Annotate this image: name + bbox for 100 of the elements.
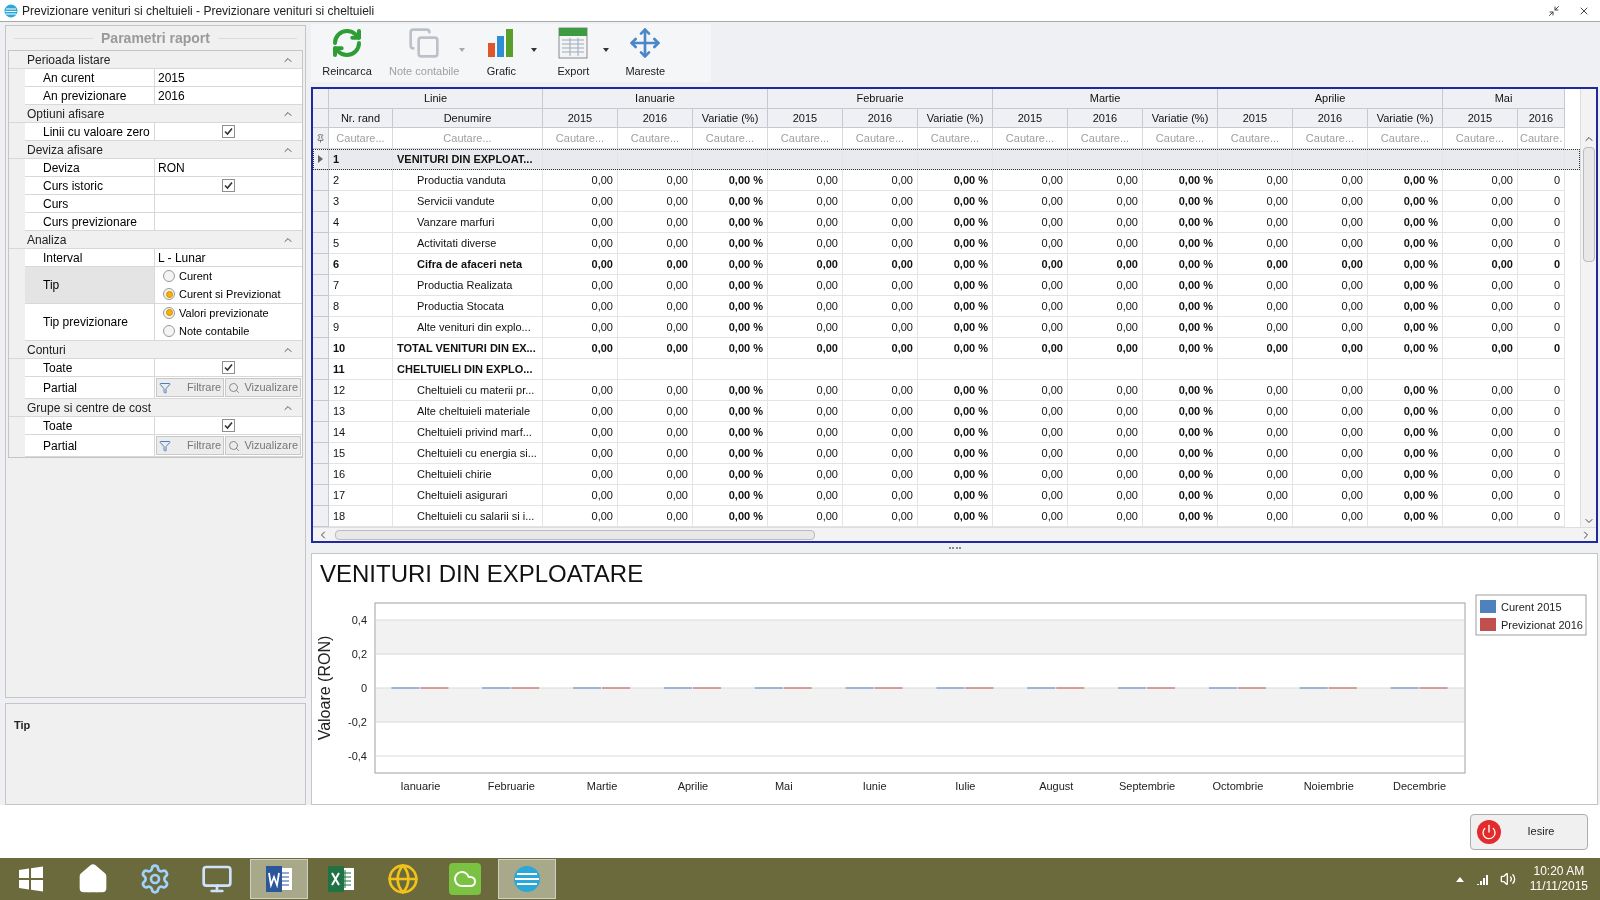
restore-icon[interactable] (1548, 4, 1560, 17)
grid-row[interactable]: 8 Productia Stocata 0,00 0,00 0,00 % 0,00 0,00 0,00 % 0,00 0,00 0,00 % 0,00 0,00 0,00 % 0,00 0 (313, 296, 1580, 317)
column-header[interactable]: Variatie (%) (1368, 109, 1443, 129)
column-header[interactable]: Variatie (%) (918, 109, 993, 129)
grid-row[interactable]: 10 TOTAL VENITURI DIN EX... 0,00 0,00 0,00 % 0,00 0,00 0,00 % 0,00 0,00 0,00 % 0,00 0,00 0,00 % 0,00 0 (313, 338, 1580, 359)
filter-field[interactable]: Cautare... (1368, 128, 1443, 149)
filter-field[interactable]: Cautare... (1218, 128, 1293, 149)
month-header: Martie (993, 89, 1218, 109)
x-tick-label: August (1039, 780, 1074, 792)
filter-button[interactable]: Filtrare (156, 378, 225, 397)
filter-field[interactable]: Cautare... (843, 128, 918, 149)
table-cell: 0,00 % (1143, 443, 1218, 464)
grid-row[interactable]: 16 Cheltuieli chirie 0,00 0,00 0,00 % 0,00 0,00 0,00 % 0,00 0,00 0,00 % 0,00 0,00 0,00 % 0,00 0 (313, 464, 1580, 485)
table-cell: 0,00 % (1143, 170, 1218, 191)
grid-row[interactable]: 3 Servicii vandute 0,00 0,00 0,00 % 0,00 0,00 0,00 % 0,00 0,00 0,00 % 0,00 0,00 0,00 % 0,00 0 (313, 191, 1580, 212)
toolbar-button[interactable]: Reincarca (311, 24, 383, 82)
filter-field[interactable]: Cautare... (993, 128, 1068, 149)
filter-button[interactable]: Vizualizare (225, 378, 301, 397)
filter-field[interactable]: Cautare... (329, 128, 393, 149)
exit-button[interactable]: Iesire (1470, 813, 1588, 850)
horizontal-scrollbar[interactable] (313, 527, 1596, 541)
filter-field[interactable]: Cautare... (543, 128, 618, 149)
grid-row[interactable]: 9 Alte venituri din explo... 0,00 0,00 0,00 % 0,00 0,00 0,00 % 0,00 0,00 0,00 % 0,00 0,00 0,00 % 0,00 0 (313, 317, 1580, 338)
globe-app-icon (512, 864, 542, 894)
table-cell: 0,00 (1443, 338, 1518, 359)
column-header[interactable]: Variatie (%) (693, 109, 768, 129)
vertical-scrollbar[interactable] (1580, 89, 1596, 527)
grid-row[interactable]: 14 Cheltuieli privind marf... 0,00 0,00 0,00 % 0,00 0,00 0,00 % 0,00 0,00 0,00 % 0,00 0,00 0,00 % 0,00 0 (313, 422, 1580, 443)
scrollbar-thumb[interactable] (335, 529, 815, 540)
radio-button[interactable] (163, 269, 175, 282)
filter-field[interactable]: Cautare... (768, 128, 843, 149)
filter-field[interactable]: Cautare... (1443, 128, 1518, 149)
volume-icon[interactable] (1499, 871, 1516, 887)
column-header[interactable]: 2016 (1518, 109, 1565, 129)
filter-field[interactable]: Cautare... (618, 128, 693, 149)
radio-button[interactable] (163, 306, 175, 319)
filter-field[interactable]: Cautare... (918, 128, 993, 149)
table-cell: 0,00 % (693, 443, 768, 464)
tray-expand-icon[interactable] (1455, 876, 1464, 882)
table-cell: 12 (329, 380, 393, 401)
column-header[interactable]: Denumire (393, 109, 543, 129)
table-cell: 0,00 (1443, 380, 1518, 401)
toolbar-button[interactable]: Mareste (609, 24, 682, 82)
clock[interactable]: 10:20 AM 11/11/2015 (1529, 864, 1588, 894)
table-cell: 16 (329, 464, 393, 485)
checkbox[interactable] (222, 361, 235, 374)
table-cell: 0,00 (993, 422, 1068, 443)
column-header[interactable]: 2016 (1293, 109, 1368, 129)
filter-field[interactable]: Cautare... (693, 128, 768, 149)
column-header[interactable]: 2015 (1443, 109, 1518, 129)
table-cell: 0,00 (618, 191, 693, 212)
row-header[interactable] (313, 149, 329, 170)
month-header: Aprilie (1218, 89, 1443, 109)
grid-row[interactable]: 7 Productia Realizata 0,00 0,00 0,00 % 0,00 0,00 0,00 % 0,00 0,00 0,00 % 0,00 0,00 0,00 % 0,00 0 (313, 275, 1580, 296)
grid-row[interactable]: 1 VENITURI DIN EXPLOAT... (313, 149, 1580, 170)
filter-button[interactable]: Vizualizare (225, 436, 301, 455)
signal-icon[interactable] (1475, 873, 1490, 885)
column-header[interactable]: 2016 (618, 109, 693, 129)
checkbox[interactable] (222, 179, 235, 192)
y-axis-label: Valoare (RON) (316, 635, 333, 741)
grid-row[interactable]: 11 CHELTUIELI DIN EXPLO... (313, 359, 1580, 380)
scrollbar-thumb[interactable] (1582, 147, 1595, 262)
grid-row[interactable]: 13 Alte cheltuieli materiale 0,00 0,00 0,00 % 0,00 0,00 0,00 % 0,00 0,00 0,00 % 0,00 0,00 0,00 % 0,00 0 (313, 401, 1580, 422)
column-header[interactable]: 2016 (1068, 109, 1143, 129)
grid-row[interactable]: 6 Cifra de afaceri neta 0,00 0,00 0,00 % 0,00 0,00 0,00 % 0,00 0,00 0,00 % 0,00 0,00 0,00 % 0,00 0 (313, 254, 1580, 275)
grid-row[interactable]: 4 Vanzare marfuri 0,00 0,00 0,00 % 0,00 0,00 0,00 % 0,00 0,00 0,00 % 0,00 0,00 0,00 % 0,00 0 (313, 212, 1580, 233)
table-cell: 0 (1518, 233, 1565, 254)
filter-field[interactable]: Cautare. (1518, 128, 1565, 149)
checkbox[interactable] (222, 125, 235, 138)
column-header[interactable]: Nr. rand (329, 109, 393, 129)
table-cell: 0,00 (543, 191, 618, 212)
taskbar-button[interactable] (250, 859, 308, 899)
radio-button[interactable] (163, 288, 175, 301)
table-cell: 0,00 (843, 380, 918, 401)
grid-row[interactable]: 5 Activitati diverse 0,00 0,00 0,00 % 0,00 0,00 0,00 % 0,00 0,00 0,00 % 0,00 0,00 0,00 % 0,00 0 (313, 233, 1580, 254)
grid-row[interactable]: 2 Productia vanduta 0,00 0,00 0,00 % 0,00 0,00 0,00 % 0,00 0,00 0,00 % 0,00 0,00 0,00 % 0,00 0 (313, 170, 1580, 191)
radio-button[interactable] (163, 325, 175, 338)
column-header[interactable]: 2016 (843, 109, 918, 129)
column-header[interactable]: 2015 (768, 109, 843, 129)
column-header[interactable]: 2015 (993, 109, 1068, 129)
table-cell: 0,00 (843, 233, 918, 254)
column-header[interactable]: Variatie (%) (1143, 109, 1218, 129)
table-cell: 0,00 (1218, 380, 1293, 401)
checkbox[interactable] (222, 419, 235, 432)
toolbar-button[interactable]: Export (537, 24, 610, 82)
filter-field[interactable]: Cautare... (1293, 128, 1368, 149)
grid-row[interactable]: 12 Cheltuieli cu materii pr... 0,00 0,00 0,00 % 0,00 0,00 0,00 % 0,00 0,00 0,00 % 0,00 0,00 0,00 % 0,00 0 (313, 380, 1580, 401)
toolbar-button[interactable]: Grafic (465, 24, 538, 82)
column-header[interactable]: 2015 (1218, 109, 1293, 129)
filter-button[interactable]: Filtrare (156, 436, 225, 455)
column-header[interactable]: 2015 (543, 109, 618, 129)
filter-field[interactable]: Cautare... (1143, 128, 1218, 149)
grid-row[interactable]: 15 Cheltuieli cu energia si... 0,00 0,00 0,00 % 0,00 0,00 0,00 % 0,00 0,00 0,00 % 0,00 0,00 0,00 % 0,00 0 (313, 443, 1580, 464)
table-cell: 0,00 (1443, 422, 1518, 443)
browser-icon (387, 863, 419, 895)
table-cell: 0,00 (1218, 485, 1293, 506)
filter-field[interactable]: Cautare... (1068, 128, 1143, 149)
grid-row[interactable]: 17 Cheltuieli asigurari 0,00 0,00 0,00 % 0,00 0,00 0,00 % 0,00 0,00 0,00 % 0,00 0,00 0,00 % 0,00 0 (313, 485, 1580, 506)
table-cell: 0,00 % (918, 170, 993, 191)
filter-field[interactable]: Cautare... (393, 128, 543, 149)
